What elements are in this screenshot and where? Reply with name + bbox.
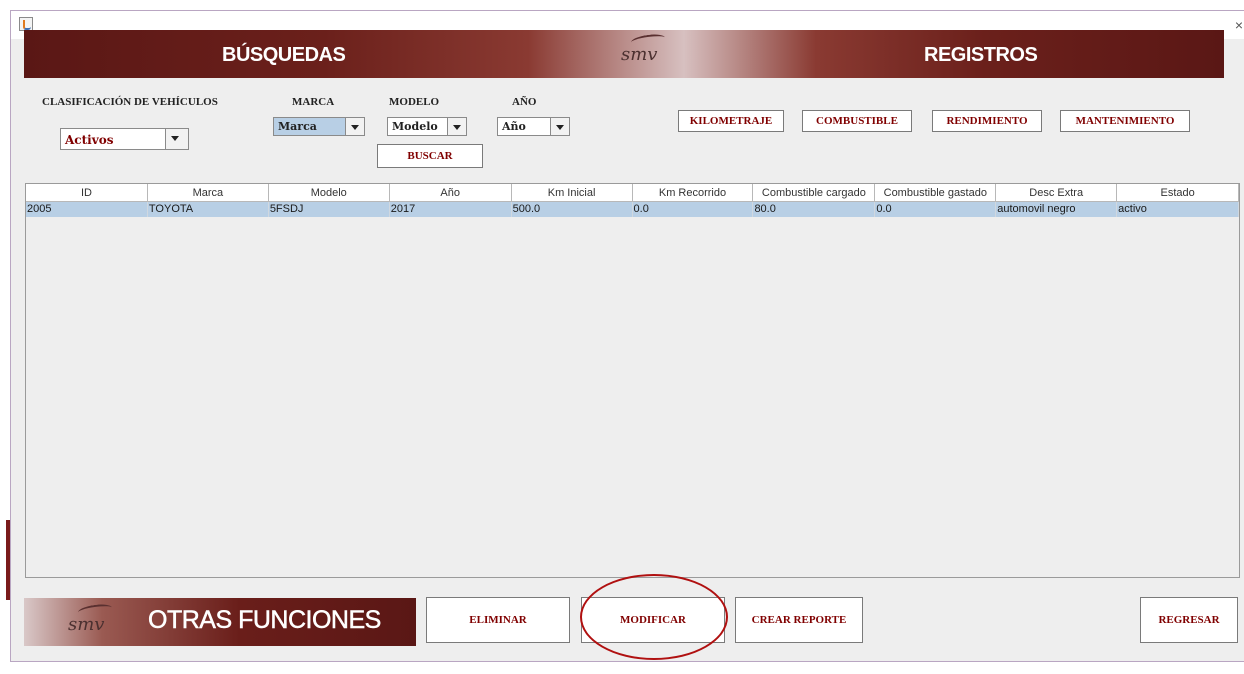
column-header-estado[interactable]: Estado	[1117, 184, 1240, 202]
cell-combustible-gastado[interactable]: 0.0	[875, 202, 997, 217]
table-row[interactable]: 2005 TOYOTA 5FSDJ 2017 500.0 0.0 80.0 0.…	[26, 202, 1240, 217]
column-header-marca[interactable]: Marca	[147, 184, 269, 202]
column-header-combustible-gastado[interactable]: Combustible gastado	[875, 184, 997, 202]
model-value: Modelo	[392, 120, 438, 133]
cell-km-inicial[interactable]: 500.0	[512, 202, 633, 217]
crear-reporte-button[interactable]: CREAR REPORTE	[735, 597, 863, 643]
cell-desc-extra[interactable]: automovil negro	[996, 202, 1118, 217]
classification-select[interactable]: Activos	[60, 128, 189, 150]
otras-funciones-title: OTRAS FUNCIONES	[148, 606, 382, 635]
column-header-km-inicial[interactable]: Km Inicial	[511, 184, 633, 202]
cell-modelo[interactable]: 5FSDJ	[269, 202, 390, 217]
rendimiento-button[interactable]: RENDIMIENTO	[932, 110, 1042, 132]
cell-km-recorrido[interactable]: 0.0	[633, 202, 754, 217]
vehicles-table[interactable]: ID Marca Modelo Año Km Inicial Km Recorr…	[25, 183, 1240, 578]
model-label: MODELO	[389, 96, 440, 108]
chevron-down-icon[interactable]	[550, 118, 569, 135]
smv-logo: SMV	[621, 32, 666, 65]
brand-label: MARCA	[292, 96, 335, 108]
close-icon[interactable]: ×	[1235, 17, 1243, 33]
buscar-button[interactable]: BUSCAR	[377, 144, 483, 168]
chevron-down-icon[interactable]	[447, 118, 466, 135]
column-header-modelo[interactable]: Modelo	[268, 184, 390, 202]
chevron-down-icon[interactable]	[165, 129, 188, 149]
regresar-button[interactable]: REGRESAR	[1140, 597, 1238, 643]
classification-value: Activos	[65, 133, 114, 147]
cell-combustible-cargado[interactable]: 80.0	[753, 202, 876, 217]
busquedas-title: BÚSQUEDAS	[222, 44, 346, 66]
brand-select[interactable]: Marca	[273, 117, 365, 136]
footer-banner: SMV OTRAS FUNCIONES	[24, 598, 416, 646]
year-select[interactable]: Año	[497, 117, 570, 136]
combustible-button[interactable]: COMBUSTIBLE	[802, 110, 912, 132]
table-header: ID Marca Modelo Año Km Inicial Km Recorr…	[26, 184, 1240, 202]
brand-value: Marca	[278, 120, 317, 133]
java-app-icon	[19, 17, 33, 31]
column-header-combustible-cargado[interactable]: Combustible cargado	[753, 184, 876, 202]
cell-id[interactable]: 2005	[26, 202, 148, 217]
chevron-down-icon[interactable]	[345, 118, 364, 135]
modificar-button[interactable]: MODIFICAR	[581, 597, 725, 643]
year-value: Año	[502, 120, 526, 133]
column-header-km-recorrido[interactable]: Km Recorrido	[632, 184, 754, 202]
eliminar-button[interactable]: ELIMINAR	[426, 597, 570, 643]
cell-anio[interactable]: 2017	[390, 202, 512, 217]
classification-label: CLASIFICACIÓN DE VEHÍCULOS	[42, 96, 218, 108]
model-select[interactable]: Modelo	[387, 117, 467, 136]
cell-estado[interactable]: activo	[1117, 202, 1240, 217]
mantenimiento-button[interactable]: MANTENIMIENTO	[1060, 110, 1190, 132]
column-header-anio[interactable]: Año	[389, 184, 512, 202]
year-label: AÑO	[512, 96, 537, 108]
registros-title: REGISTROS	[924, 44, 1038, 66]
cell-marca[interactable]: TOYOTA	[148, 202, 269, 217]
header-banner: BÚSQUEDAS SMV REGISTROS	[24, 30, 1224, 78]
footer-smv-logo: SMV	[68, 602, 113, 635]
kilometraje-button[interactable]: KILOMETRAJE	[678, 110, 784, 132]
column-header-id[interactable]: ID	[26, 184, 148, 202]
background-frame-edge	[0, 10, 4, 520]
column-header-desc-extra[interactable]: Desc Extra	[996, 184, 1118, 202]
